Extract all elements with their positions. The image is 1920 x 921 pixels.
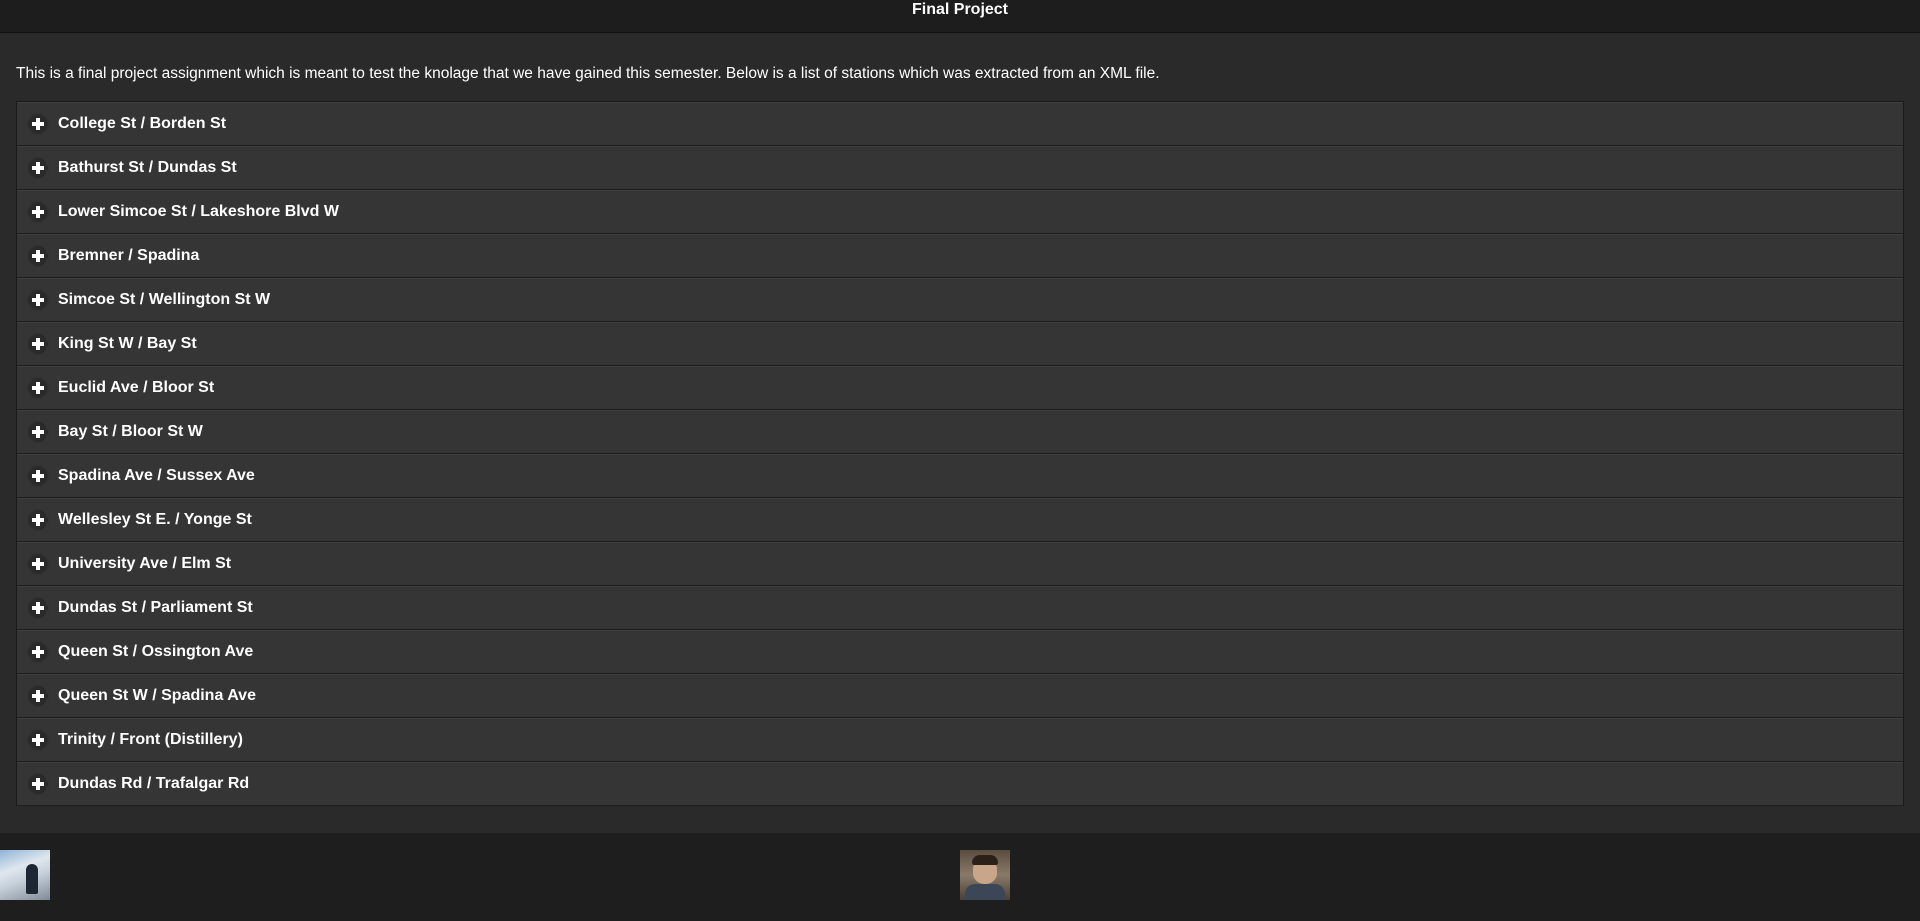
station-label: Queen St W / Spadina Ave — [58, 686, 256, 704]
station-item[interactable]: Trinity / Front (Distillery) — [17, 718, 1903, 762]
station-item[interactable]: King St W / Bay St — [17, 322, 1903, 366]
station-label: Euclid Ave / Bloor St — [58, 378, 215, 396]
station-item[interactable]: Bay St / Bloor St W — [17, 410, 1903, 454]
station-item[interactable]: Spadina Ave / Sussex Ave — [17, 454, 1903, 498]
station-label: Simcoe St / Wellington St W — [58, 290, 271, 308]
station-item[interactable]: Dundas St / Parliament St — [17, 586, 1903, 630]
station-item[interactable]: Queen St W / Spadina Ave — [17, 674, 1903, 718]
plus-icon — [29, 422, 47, 441]
station-item[interactable]: Bremner / Spadina — [17, 234, 1903, 278]
plus-icon — [29, 246, 47, 265]
plus-icon — [29, 158, 47, 177]
station-item[interactable]: College St / Borden St — [17, 102, 1903, 146]
plus-icon — [29, 466, 47, 485]
station-label: Bremner / Spadina — [58, 246, 200, 264]
plus-icon — [29, 290, 47, 309]
person-figure — [26, 864, 38, 894]
avatar[interactable] — [0, 850, 50, 900]
plus-icon — [29, 686, 47, 705]
station-item[interactable]: Simcoe St / Wellington St W — [17, 278, 1903, 322]
person-shirt — [965, 884, 1005, 900]
page-header: Final Project — [0, 0, 1920, 33]
footer — [0, 833, 1920, 921]
station-label: University Ave / Elm St — [58, 554, 232, 572]
station-label: Queen St / Ossington Ave — [58, 642, 254, 660]
plus-icon — [29, 334, 47, 353]
plus-icon — [29, 510, 47, 529]
station-label: Dundas Rd / Trafalgar Rd — [58, 774, 250, 792]
plus-icon — [29, 202, 47, 221]
plus-icon — [29, 554, 47, 573]
plus-icon — [29, 774, 47, 793]
plus-icon — [29, 114, 47, 133]
station-label: Bay St / Bloor St W — [58, 422, 203, 440]
station-item[interactable]: Wellesley St E. / Yonge St — [17, 498, 1903, 542]
plus-icon — [29, 642, 47, 661]
station-label: College St / Borden St — [58, 114, 227, 132]
station-item[interactable]: Dundas Rd / Trafalgar Rd — [17, 762, 1903, 806]
station-item[interactable]: Euclid Ave / Bloor St — [17, 366, 1903, 410]
station-label: Wellesley St E. / Yonge St — [58, 510, 252, 528]
station-label: Lower Simcoe St / Lakeshore Blvd W — [58, 202, 339, 220]
person-hair — [972, 855, 998, 865]
station-label: King St W / Bay St — [58, 334, 197, 352]
station-list: College St / Borden St Bathurst St / Dun… — [16, 101, 1904, 806]
station-item[interactable]: Lower Simcoe St / Lakeshore Blvd W — [17, 190, 1903, 234]
station-item[interactable]: University Ave / Elm St — [17, 542, 1903, 586]
page-title: Final Project — [911, 1, 1009, 18]
station-label: Spadina Ave / Sussex Ave — [58, 466, 255, 484]
station-label: Trinity / Front (Distillery) — [58, 730, 243, 748]
station-label: Dundas St / Parliament St — [58, 598, 253, 616]
plus-icon — [29, 598, 47, 617]
avatar[interactable] — [960, 850, 1010, 900]
intro-text: This is a final project assignment which… — [16, 65, 1160, 82]
plus-icon — [29, 730, 47, 749]
station-item[interactable]: Bathurst St / Dundas St — [17, 146, 1903, 190]
plus-icon — [29, 378, 47, 397]
station-label: Bathurst St / Dundas St — [58, 158, 237, 176]
station-item[interactable]: Queen St / Ossington Ave — [17, 630, 1903, 674]
